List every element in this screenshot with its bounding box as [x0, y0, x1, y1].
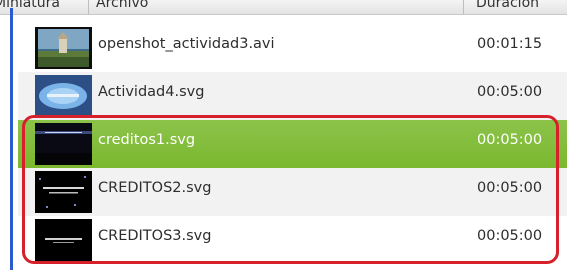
blue-title-thumbnail-icon	[35, 75, 92, 117]
file-duration: 00:05:00	[477, 84, 543, 100]
file-row[interactable]: CREDITOS2.svg 00:05:00	[18, 168, 567, 216]
file-row-selected[interactable]: creditos1.svg 00:05:00	[18, 120, 567, 168]
column-header-thumbnail[interactable]: Miniatura	[0, 0, 60, 11]
file-name: CREDITOS3.svg	[98, 228, 212, 244]
file-row[interactable]: Actividad4.svg 00:05:00	[18, 72, 567, 120]
column-separator	[88, 0, 89, 14]
file-duration: 00:01:15	[477, 36, 543, 52]
column-header-file[interactable]: Archivo	[96, 0, 148, 11]
landscape-video-thumbnail-icon	[35, 27, 92, 69]
file-name: openshot_actividad3.avi	[98, 36, 275, 52]
list-left-border	[10, 8, 13, 270]
dark-title-thumbnail-icon	[35, 123, 92, 165]
file-duration: 00:05:00	[477, 132, 543, 148]
column-header-duration[interactable]: Duración	[476, 0, 539, 11]
column-header-bar: Miniatura Archivo Duración	[0, 0, 567, 15]
file-row[interactable]: openshot_actividad3.avi 00:01:15	[18, 24, 567, 72]
column-separator	[463, 0, 464, 14]
file-duration: 00:05:00	[477, 228, 543, 244]
file-duration: 00:05:00	[477, 180, 543, 196]
file-name: creditos1.svg	[98, 132, 196, 148]
file-name: CREDITOS2.svg	[98, 180, 212, 196]
file-list: openshot_actividad3.avi 00:01:15 Activid…	[18, 24, 567, 264]
file-name: Actividad4.svg	[98, 84, 205, 100]
file-row[interactable]: CREDITOS3.svg 00:05:00	[18, 216, 567, 264]
credits-text-thumbnail-icon	[35, 219, 92, 261]
credits-text-thumbnail-icon	[35, 171, 92, 213]
file-list-panel: Miniatura Archivo Duración openshot_acti…	[0, 0, 567, 277]
